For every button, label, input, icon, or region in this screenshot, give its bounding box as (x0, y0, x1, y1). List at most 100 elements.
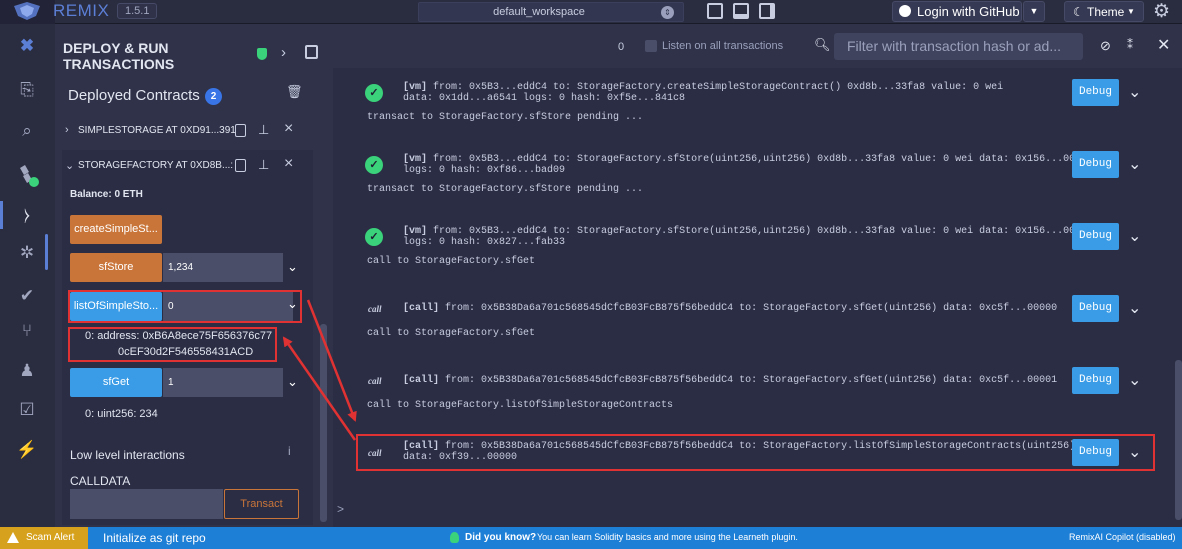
debugger-icon[interactable]: ✲ (13, 239, 41, 267)
login-dropdown-icon[interactable]: ▼ (1023, 1, 1045, 22)
pin-icon[interactable]: ⊥ (258, 157, 269, 173)
instance-label: STORAGEFACTORY AT 0XD8B...: (78, 160, 234, 171)
chevron-down-icon[interactable]: ⌄ (287, 259, 298, 275)
remix-logo-icon[interactable] (0, 0, 55, 24)
file-explorer-icon[interactable]: ⎘ (13, 76, 41, 104)
verified-shield-icon (257, 48, 267, 60)
call-icon: call (368, 304, 382, 314)
deployed-count-badge: 2 (205, 88, 222, 105)
status-bar: Scam Alert Initialize as git repo Did yo… (0, 527, 1182, 549)
log-tag: [vm] (403, 154, 428, 165)
debug-button[interactable]: Debug (1072, 439, 1119, 466)
app-version: 1.5.1 (117, 3, 158, 19)
chevron-right-icon[interactable]: › (281, 44, 286, 61)
debug-button[interactable]: Debug (1072, 151, 1119, 178)
remix-ai-icon[interactable]: ✖ (13, 32, 41, 60)
terminal-prompt[interactable]: > (337, 502, 344, 516)
log-entry[interactable]: [call] from: 0x5B38Da6a701c568545dCfcB03… (403, 441, 1075, 452)
log-tag: [call] (403, 441, 440, 452)
call-icon: call (368, 376, 382, 386)
init-git-link[interactable]: Initialize as git repo (103, 531, 206, 545)
active-item-marker (0, 201, 3, 229)
learneth-icon[interactable]: ♟ (13, 357, 41, 385)
panel-scrollbar[interactable] (320, 324, 327, 522)
debug-button[interactable]: Debug (1072, 367, 1119, 394)
log-entry[interactable]: [vm] from: 0x5B3...eddC4 to: StorageFact… (403, 154, 1093, 165)
static-analysis-icon[interactable]: ✔ (13, 282, 41, 310)
search-icon[interactable]: ⌕ (13, 117, 41, 145)
panel-toggle-icon[interactable] (305, 45, 318, 59)
chevron-down-icon[interactable]: ⌄ (287, 374, 298, 390)
login-github-button[interactable]: Login with GitHub (892, 1, 1022, 22)
workspace-select[interactable]: default_workspace ⇕ (418, 2, 684, 22)
workspace-label: default_workspace (493, 6, 585, 18)
lightbulb-icon (450, 532, 459, 543)
toggle-terminal-icon[interactable] (733, 3, 749, 19)
scam-alert-button[interactable]: Scam Alert (0, 527, 88, 549)
moon-icon: ☾ (1073, 5, 1084, 19)
debug-button[interactable]: Debug (1072, 295, 1119, 322)
instance-row-storagefactory[interactable]: ⌄ STORAGEFACTORY AT 0XD8B...: ⊥ × (65, 155, 305, 177)
debug-button[interactable]: Debug (1072, 223, 1119, 250)
scam-alert-label: Scam Alert (26, 532, 75, 543)
log-line: from: 0x5B3...eddC4 to: StorageFactory.s… (433, 226, 1094, 237)
log-entry[interactable]: [call] from: 0x5B38Da6a701c568545dCfcB03… (403, 303, 1057, 314)
log-line: from: 0x5B3...eddC4 to: StorageFactory.c… (433, 82, 1004, 93)
toggle-side-panel-icon[interactable] (707, 3, 723, 19)
terminal-scrollbar[interactable] (1175, 360, 1182, 520)
log-note: transact to StorageFactory.sfStore pendi… (367, 184, 644, 195)
log-entry[interactable]: [vm] from: 0x5B3...eddC4 to: StorageFact… (403, 226, 1093, 237)
highlight-box (68, 290, 302, 323)
tip-text[interactable]: You can learn Solidity basics and more u… (537, 532, 798, 542)
chevron-down-icon[interactable]: ⌄ (1128, 82, 1141, 102)
log-line: data: 0xf39...00000 (403, 452, 518, 463)
chevron-down-icon[interactable]: ⌄ (1128, 442, 1141, 462)
theme-button[interactable]: ☾ Theme ▼ (1064, 1, 1144, 22)
git-icon[interactable]: ⑂ (13, 317, 41, 345)
icon-sidebar: ✖ ⎘ ⌕ ⧽ ✲ ✔ ⑂ ♟ ☑ ⚡ (0, 24, 55, 527)
toggle-right-panel-icon[interactable] (759, 3, 775, 19)
unit-test-icon[interactable]: ☑ (13, 396, 41, 424)
close-icon[interactable]: × (284, 120, 293, 138)
chevron-down-icon[interactable]: ⌄ (1128, 370, 1141, 390)
collapse-icon[interactable]: ⁑ (1127, 38, 1133, 52)
success-check-icon: ✓ (365, 84, 383, 102)
info-icon[interactable]: i (288, 444, 291, 458)
log-entry[interactable]: [vm] from: 0x5B3...eddC4 to: StorageFact… (403, 82, 1003, 93)
instance-label: SIMPLESTORAGE AT 0XD91...391 (78, 125, 236, 136)
pin-icon[interactable]: ⊥ (258, 122, 269, 138)
chevron-down-icon[interactable]: ⌄ (1128, 298, 1141, 318)
create-simple-storage-button[interactable]: createSimpleSt... (70, 215, 162, 244)
copy-icon[interactable] (235, 124, 246, 137)
trash-icon[interactable]: 🗑 (286, 84, 303, 100)
clear-console-icon[interactable]: ⊘ (1100, 38, 1111, 54)
solidity-compiler-icon[interactable] (13, 162, 41, 190)
filter-input[interactable]: Filter with transaction hash or ad... (834, 33, 1083, 60)
log-line: from: 0x5B38Da6a701c568545dCfcB03FcB875f… (445, 441, 1076, 452)
copy-icon[interactable] (235, 159, 246, 172)
chevron-down-icon[interactable]: ⌄ (1128, 226, 1141, 246)
sfstore-button[interactable]: sfStore (70, 253, 162, 282)
list-result-value-cont: 0cEF30d2F546558431ACD (118, 346, 254, 358)
pending-tx-count: 0 (618, 41, 625, 53)
listen-checkbox[interactable] (645, 40, 657, 52)
close-icon[interactable]: × (284, 155, 293, 173)
chevron-down-icon[interactable]: ⌄ (1128, 154, 1141, 174)
plugin-manager-icon[interactable]: ⚡ (13, 436, 41, 464)
copilot-status[interactable]: RemixAI Copilot (disabled) (1069, 532, 1176, 542)
select-arrows-icon: ⇕ (661, 6, 674, 19)
gear-icon[interactable]: ⚙ (1153, 0, 1170, 23)
debug-button[interactable]: Debug (1072, 79, 1119, 106)
calldata-input[interactable] (70, 489, 223, 519)
sfget-input[interactable]: 1 (163, 368, 283, 397)
sfget-button[interactable]: sfGet (70, 368, 162, 397)
instance-row-simplestorage[interactable]: › SIMPLESTORAGE AT 0XD91...391 ⊥ × (65, 120, 305, 142)
deploy-run-icon[interactable]: ⧽ (13, 201, 41, 229)
close-terminal-icon[interactable]: ✕ (1157, 35, 1170, 55)
search-icon: 🔍︎ (814, 37, 831, 52)
log-line: from: 0x5B38Da6a701c568545dCfcB03FcB875f… (445, 303, 1058, 314)
sfstore-input[interactable]: 1,234 (163, 253, 283, 282)
log-entry[interactable]: [call] from: 0x5B38Da6a701c568545dCfcB03… (403, 375, 1057, 386)
app-name: REMIX (53, 1, 110, 20)
transact-button[interactable]: Transact (224, 489, 299, 519)
